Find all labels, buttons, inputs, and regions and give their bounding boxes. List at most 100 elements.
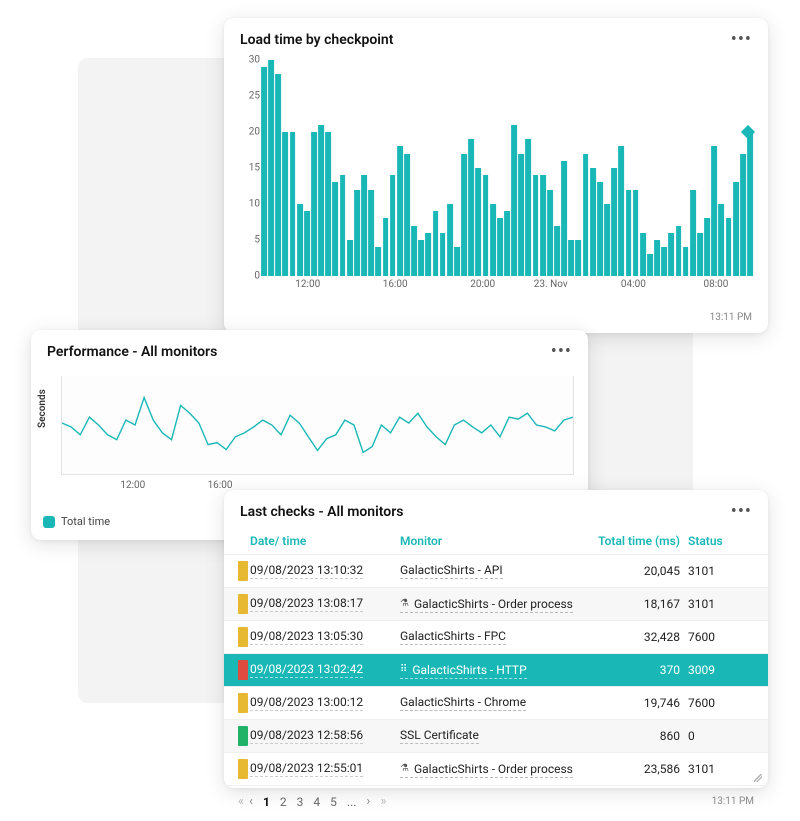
bar[interactable] [654, 240, 660, 276]
bar[interactable] [354, 190, 360, 276]
bar[interactable] [483, 175, 489, 276]
bar[interactable] [633, 190, 639, 276]
pager-next-icon[interactable]: › [366, 794, 370, 809]
bar[interactable] [454, 247, 460, 276]
bar[interactable] [290, 132, 296, 276]
bar[interactable] [611, 168, 617, 276]
page-number[interactable]: 4 [313, 795, 320, 809]
bar[interactable] [461, 154, 467, 276]
cell-monitor[interactable]: SSL Certificate [400, 728, 479, 744]
bar[interactable] [647, 254, 653, 276]
bar[interactable] [375, 247, 381, 276]
bar[interactable] [683, 247, 689, 276]
bar[interactable] [318, 125, 324, 276]
bar[interactable] [425, 233, 431, 276]
cell-monitor[interactable]: GalacticShirts - Chrome [400, 695, 526, 711]
pager-prev-icon[interactable]: ‹ [249, 794, 253, 809]
bar[interactable] [747, 132, 753, 276]
table-row[interactable]: 09/08/2023 12:55:01⚗GalacticShirts - Ord… [224, 753, 768, 786]
table-row[interactable]: 09/08/2023 13:05:30GalacticShirts - FPC3… [224, 621, 768, 654]
col-total-time[interactable]: Total time (ms) [584, 534, 684, 548]
bar[interactable] [261, 67, 267, 276]
bar[interactable] [440, 233, 446, 276]
bar[interactable] [297, 204, 303, 276]
bar[interactable] [726, 218, 732, 276]
cell-monitor[interactable]: ⚗GalacticShirts - Order process [400, 597, 573, 613]
bar[interactable] [719, 204, 725, 276]
bar[interactable] [690, 190, 696, 276]
bar[interactable] [390, 175, 396, 276]
page-number[interactable]: ... [347, 795, 357, 809]
bar[interactable] [533, 175, 539, 276]
bar[interactable] [268, 60, 274, 276]
bar[interactable] [311, 132, 317, 276]
bar[interactable] [333, 182, 339, 276]
pager-last-icon[interactable]: » [380, 794, 381, 809]
bar[interactable] [476, 168, 482, 276]
bar[interactable] [554, 226, 560, 276]
bar[interactable] [497, 218, 503, 276]
col-status[interactable]: Status [684, 534, 754, 548]
cell-monitor[interactable]: GalacticShirts - FPC [400, 629, 506, 645]
bar[interactable] [676, 226, 682, 276]
cell-monitor[interactable]: ⠿GalacticShirts - HTTP [400, 663, 527, 679]
page-number[interactable]: 3 [297, 795, 304, 809]
bar[interactable] [597, 182, 603, 276]
pager-first-icon[interactable]: « [238, 794, 239, 809]
bar[interactable] [540, 175, 546, 276]
page-number[interactable]: 2 [280, 795, 287, 809]
bar[interactable] [397, 146, 403, 276]
more-icon[interactable]: ••• [731, 506, 752, 518]
bar[interactable] [640, 233, 646, 276]
col-monitor[interactable]: Monitor [396, 534, 584, 548]
bar[interactable] [576, 240, 582, 276]
bar[interactable] [411, 226, 417, 276]
bar[interactable] [304, 211, 310, 276]
more-icon[interactable]: ••• [551, 346, 572, 358]
bar[interactable] [433, 211, 439, 276]
bar[interactable] [447, 204, 453, 276]
bar[interactable] [590, 168, 596, 276]
bar[interactable] [604, 204, 610, 276]
bar[interactable] [511, 125, 517, 276]
bar[interactable] [697, 233, 703, 276]
table-row[interactable]: 09/08/2023 12:58:56SSL Certificate8600 [224, 720, 768, 753]
table-row[interactable]: 09/08/2023 13:08:17⚗GalacticShirts - Ord… [224, 588, 768, 621]
bar[interactable] [368, 190, 374, 276]
bar[interactable] [283, 132, 289, 276]
bar[interactable] [661, 247, 667, 276]
more-icon[interactable]: ••• [731, 34, 752, 46]
bar[interactable] [325, 132, 331, 276]
bar[interactable] [618, 146, 624, 276]
col-datetime[interactable]: Date/ time [246, 534, 396, 548]
cell-monitor[interactable]: ⚗GalacticShirts - Order process [400, 762, 573, 778]
bar[interactable] [526, 139, 532, 276]
cell-monitor[interactable]: GalacticShirts - API [400, 563, 503, 579]
bar[interactable] [733, 182, 739, 276]
bar[interactable] [561, 161, 567, 276]
bar[interactable] [361, 175, 367, 276]
bar[interactable] [347, 240, 353, 276]
page-number[interactable]: 1 [263, 795, 270, 809]
bar[interactable] [468, 139, 474, 276]
table-row[interactable]: 09/08/2023 13:00:12GalacticShirts - Chro… [224, 687, 768, 720]
bar[interactable] [383, 218, 389, 276]
bar[interactable] [583, 154, 589, 276]
page-number[interactable]: 5 [330, 795, 337, 809]
bar[interactable] [626, 190, 632, 276]
table-row[interactable]: 09/08/2023 13:02:42⠿GalacticShirts - HTT… [224, 654, 768, 687]
bar[interactable] [404, 154, 410, 276]
table-row[interactable]: 09/08/2023 13:10:32GalacticShirts - API2… [224, 555, 768, 588]
bar[interactable] [340, 175, 346, 276]
resize-handle-icon[interactable] [754, 774, 762, 782]
bar[interactable] [740, 154, 746, 276]
bar[interactable] [504, 211, 510, 276]
bar[interactable] [568, 240, 574, 276]
bar[interactable] [490, 204, 496, 276]
bar[interactable] [275, 74, 281, 276]
bar[interactable] [668, 233, 674, 276]
bar[interactable] [711, 146, 717, 276]
bar[interactable] [704, 218, 710, 276]
bar[interactable] [418, 240, 424, 276]
bar[interactable] [547, 190, 553, 276]
